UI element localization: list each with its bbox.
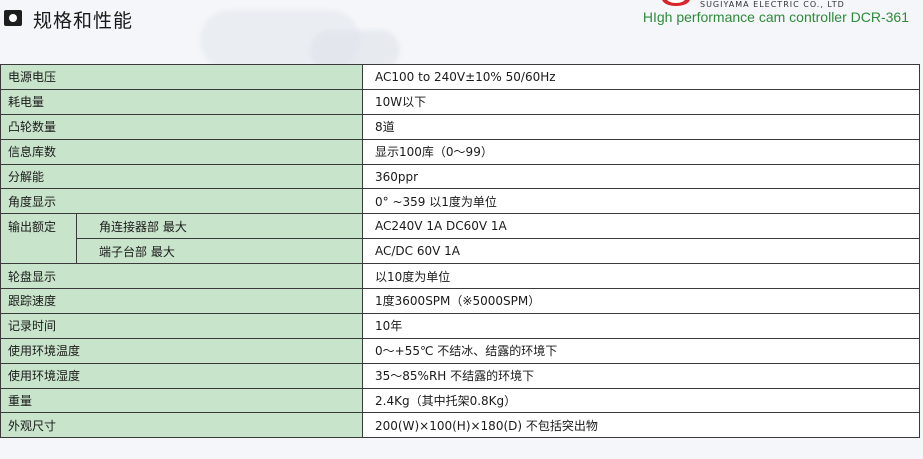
spec-value: 360ppr <box>362 163 921 190</box>
spec-value: AC/DC 60V 1A <box>362 238 921 265</box>
table-row: 端子台部 最大 AC/DC 60V 1A <box>1 238 921 265</box>
table-row: 使用环境温度 0～+55℃ 不结冰、结露的环境下 <box>0 337 921 364</box>
table-row: 输出额定 角连接器部 最大 AC240V 1A DC60V 1A <box>0 213 921 265</box>
spec-label: 分解能 <box>0 163 364 190</box>
table-row: 凸轮数量 8道 <box>0 113 921 140</box>
spec-table: 电源电压 AC100 to 240V±10% 50/60Hz 耗电量 10W以下… <box>0 64 921 439</box>
spec-label: 角度显示 <box>0 188 364 215</box>
spec-group-label: 输出额定 <box>0 213 77 265</box>
spec-value: 0° ~359 以1度为单位 <box>362 188 921 215</box>
spec-value: 以10度为单位 <box>362 263 921 290</box>
company-name: SUGIYAMA ELECTRIC CO., LTD <box>700 0 845 9</box>
spec-label: 角连接器部 最大 <box>75 213 364 240</box>
table-row: 电源电压 AC100 to 240V±10% 50/60Hz <box>0 64 921 90</box>
spec-value: 显示100库（0～99） <box>362 138 921 165</box>
table-row: 角度显示 0° ~359 以1度为单位 <box>0 188 921 215</box>
section-bullet-icon <box>4 10 22 26</box>
page-title: 规格和性能 <box>33 10 134 32</box>
spec-value: 35～85%RH 不结露的环境下 <box>362 362 921 389</box>
spec-label: 信息库数 <box>0 138 364 165</box>
spec-value: 10W以下 <box>362 88 921 115</box>
spec-value: AC100 to 240V±10% 50/60Hz <box>362 64 921 90</box>
table-row: 耗电量 10W以下 <box>0 88 921 115</box>
title-bar: 规格和性能 SUGIYAMA ELECTRIC CO., LTD HIgh pe… <box>0 0 923 32</box>
spec-label: 记录时间 <box>0 312 364 339</box>
table-row: 重量 2.4Kg（其中托架0.8Kg） <box>0 387 921 414</box>
table-row: 使用环境湿度 35～85%RH 不结露的环境下 <box>0 362 921 389</box>
table-row: 信息库数 显示100库（0～99） <box>0 138 921 165</box>
spec-label: 耗电量 <box>0 88 364 115</box>
spec-label: 跟踪速度 <box>0 288 364 314</box>
spec-label: 轮盘显示 <box>0 263 364 290</box>
table-row: 分解能 360ppr <box>0 163 921 190</box>
spec-value: 8道 <box>362 113 921 140</box>
table-row: 记录时间 10年 <box>0 312 921 339</box>
table-row: 轮盘显示 以10度为单位 <box>0 263 921 290</box>
spec-label: 凸轮数量 <box>0 113 364 140</box>
spec-label: 电源电压 <box>0 64 364 90</box>
spec-label: 重量 <box>0 387 364 414</box>
spec-value: 1度3600SPM（※5000SPM） <box>362 288 921 314</box>
table-row: 跟踪速度 1度3600SPM（※5000SPM） <box>0 288 921 314</box>
brand-logo-icon <box>662 0 690 6</box>
spec-value: 10年 <box>362 312 921 339</box>
spec-value: 200(W)×100(H)×180(D) 不包括突出物 <box>362 412 921 439</box>
spec-value: 0～+55℃ 不结冰、结露的环境下 <box>362 337 921 364</box>
spec-value: 2.4Kg（其中托架0.8Kg） <box>362 387 921 414</box>
spec-label: 使用环境温度 <box>0 337 364 364</box>
spec-value: AC240V 1A DC60V 1A <box>362 213 921 240</box>
spec-label: 外观尺寸 <box>0 412 364 439</box>
spec-label: 使用环境湿度 <box>0 362 364 389</box>
product-name: HIgh performance cam controller DCR-361 <box>642 9 909 25</box>
spec-label: 端子台部 最大 <box>75 238 364 265</box>
table-row: 外观尺寸 200(W)×100(H)×180(D) 不包括突出物 <box>0 412 921 439</box>
